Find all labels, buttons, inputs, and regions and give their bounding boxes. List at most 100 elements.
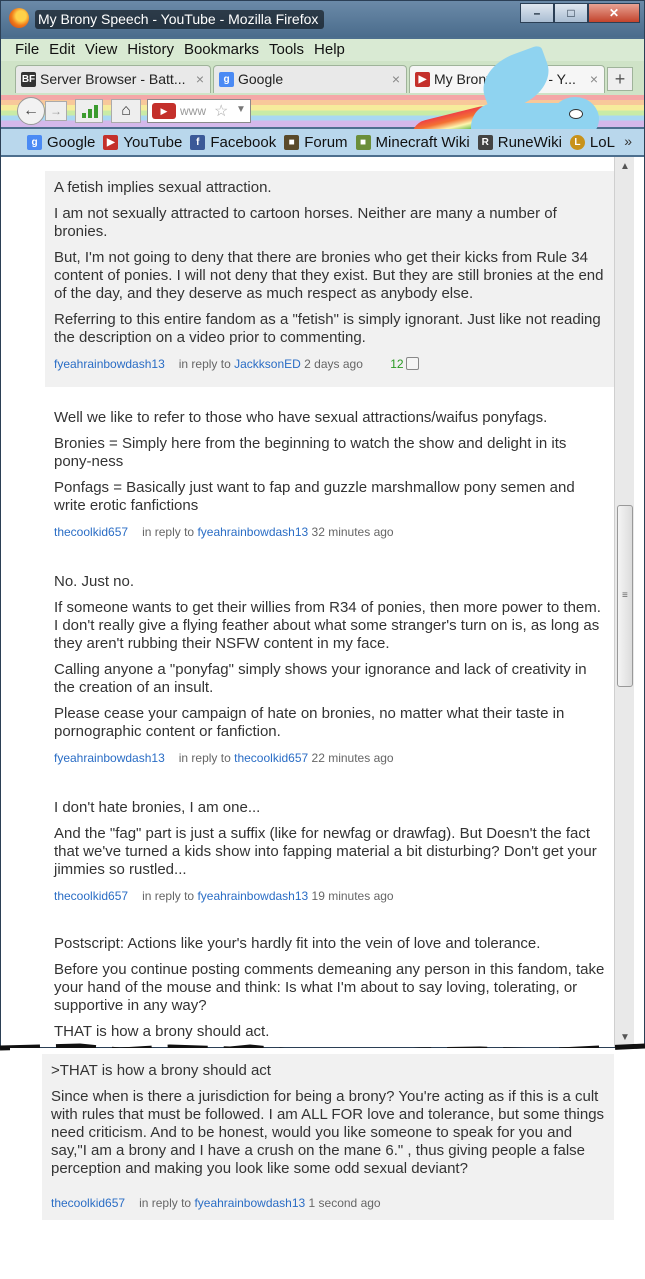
bookmarks-overflow-button[interactable]: » [624, 133, 632, 149]
comment-text: Since when is there a jurisdiction for b… [51, 1088, 605, 1177]
bf-icon: BF [21, 72, 36, 87]
reply-to-user-link[interactable]: fyeahrainbowdash13 [197, 889, 308, 903]
comment-text: Postscript: Actions like your's hardly f… [54, 935, 541, 952]
comment-time: 2 days ago [304, 357, 363, 371]
thumbs-up-icon[interactable] [405, 357, 419, 370]
comment-meta: fyeahrainbowdash13 in reply to thecoolkid… [54, 749, 606, 767]
comment-quote: >THAT is how a brony should act [51, 1062, 271, 1079]
reply-to-user-link[interactable]: fyeahrainbowdash13 [194, 1196, 305, 1210]
bookmarks-toolbar: g Google ▶ YouTube f Facebook ■ Forum ■ Minec… [1, 129, 644, 155]
navigation-bar: ← → ⌂ ▶ www ☆ ▼ [1, 95, 644, 127]
comment: A fetish implies sexual attraction. I am… [45, 171, 615, 387]
comment-author-link[interactable]: thecoolkid657 [54, 889, 128, 903]
bookmark-forum[interactable]: ■ Forum [284, 134, 348, 151]
comment-author-link[interactable]: fyeahrainbowdash13 [54, 357, 165, 371]
browser-window: My Brony Speech - YouTube - Mozilla Fire… [0, 0, 645, 1048]
youtube-icon: ▶ [103, 134, 119, 150]
tab-server-browser[interactable]: BF Server Browser - Batt... × [15, 65, 211, 93]
scroll-up-arrow-icon[interactable]: ▲ [615, 161, 635, 172]
bookmark-google[interactable]: g Google [27, 134, 95, 151]
comment: Well we like to refer to those who have … [45, 401, 615, 549]
google-icon: g [219, 72, 234, 87]
comment: I don't hate bronies, I am one... And th… [45, 791, 615, 913]
minimize-button[interactable]: – [520, 3, 554, 23]
comment-text: Well we like to refer to those who have … [54, 409, 548, 426]
comment-time: 19 minutes ago [311, 889, 394, 903]
reply-to-user-link[interactable]: JackksonED [234, 357, 301, 371]
back-button[interactable]: ← [17, 97, 45, 125]
bookmark-lol[interactable]: L LoL [569, 134, 615, 151]
comment-text: If someone wants to get their willies fr… [54, 599, 601, 652]
comment-meta: thecoolkid657 in reply to fyeahrainbowdas… [54, 523, 606, 541]
menu-edit[interactable]: Edit [49, 39, 75, 61]
tab-my-brony-speech[interactable]: ▶ My Brony Speech - Y... × [409, 65, 605, 93]
comment-text: And the "fag" part is just a suffix (lik… [54, 825, 597, 878]
comment-text: I don't hate bronies, I am one... [54, 799, 261, 816]
menu-history[interactable]: History [127, 39, 174, 61]
reply-label: in reply to [142, 525, 195, 539]
bookmark-facebook[interactable]: f Facebook [190, 134, 276, 151]
signal-icon[interactable] [75, 99, 103, 123]
comment-author-link[interactable]: fyeahrainbowdash13 [54, 751, 165, 765]
menu-tools[interactable]: Tools [269, 39, 304, 61]
vertical-scrollbar[interactable]: ▲ ≡ ▼ [614, 157, 635, 1047]
comment-text: But, I'm not going to deny that there ar… [54, 249, 604, 302]
comment-author-link[interactable]: thecoolkid657 [51, 1196, 125, 1210]
tab-label: Google [238, 71, 284, 87]
like-count: 12 [390, 357, 404, 371]
runewiki-icon: R [477, 134, 493, 150]
reply-to-user-link[interactable]: thecoolkid657 [234, 751, 308, 765]
menu-view[interactable]: View [85, 39, 117, 61]
bookmark-runewiki[interactable]: R RuneWiki [477, 134, 562, 151]
comment: >THAT is how a brony should act Since wh… [42, 1054, 614, 1220]
comment-author-link[interactable]: thecoolkid657 [54, 525, 128, 539]
bookmark-minecraft-wiki[interactable]: ■ Minecraft Wiki [355, 134, 470, 151]
pasted-comment-panel: >THAT is how a brony should act Since wh… [10, 1048, 614, 1256]
comment-text: Calling anyone a "ponyfag" simply shows … [54, 661, 587, 696]
menu-bookmarks[interactable]: Bookmarks [184, 39, 259, 61]
bookmark-star-icon[interactable]: ☆ [214, 101, 228, 121]
youtube-icon: ▶ [415, 72, 430, 87]
tab-close-icon[interactable]: × [590, 66, 598, 92]
comment-time: 1 second ago [308, 1196, 381, 1210]
comment-text: Ponfags = Basically just want to fap and… [54, 479, 575, 514]
window-title: My Brony Speech - YouTube - Mozilla Fire… [35, 10, 325, 29]
tab-google[interactable]: g Google × [213, 65, 407, 93]
new-tab-button[interactable]: + [607, 67, 633, 91]
home-button[interactable]: ⌂ [111, 99, 141, 123]
lol-icon: L [569, 134, 585, 150]
comment-meta: thecoolkid657 in reply to fyeahrainbowdas… [51, 1194, 605, 1212]
comment-text: THAT is how a brony should act. [54, 1023, 270, 1040]
url-bar[interactable]: ▶ www ☆ ▼ [147, 99, 251, 123]
comment-time: 32 minutes ago [311, 525, 394, 539]
tab-label: Server Browser - Batt... [40, 71, 186, 87]
tab-close-icon[interactable]: × [196, 66, 204, 92]
scrollbar-thumb[interactable]: ≡ [617, 505, 633, 687]
comment-text: Referring to this entire fandom as a "fe… [54, 311, 601, 346]
minecraft-icon: ■ [355, 134, 371, 150]
reply-label: in reply to [142, 889, 195, 903]
maximize-button[interactable]: □ [554, 3, 588, 23]
comment-text: A fetish implies sexual attraction. [54, 179, 272, 196]
menu-help[interactable]: Help [314, 39, 345, 61]
forward-button[interactable]: → [45, 101, 67, 121]
comment-text: Please cease your campaign of hate on br… [54, 705, 565, 740]
close-window-button[interactable]: ✕ [588, 3, 640, 23]
grip-icon: ≡ [622, 590, 628, 601]
youtube-site-icon: ▶ [152, 103, 176, 119]
menu-file[interactable]: File [15, 39, 39, 61]
firefox-logo-icon [9, 8, 29, 28]
comment-text: I am not sexually attracted to cartoon h… [54, 205, 557, 240]
reply-to-user-link[interactable]: fyeahrainbowdash13 [197, 525, 308, 539]
bookmark-youtube[interactable]: ▶ YouTube [103, 134, 182, 151]
tab-label: My Brony Speech - Y... [434, 71, 576, 87]
google-icon: g [27, 134, 42, 150]
comment: No. Just no. If someone wants to get the… [45, 565, 615, 777]
tab-close-icon[interactable]: × [392, 66, 400, 92]
url-dropdown-icon[interactable]: ▼ [236, 104, 246, 115]
forum-icon: ■ [284, 134, 300, 150]
comment-draft: Postscript: Actions like your's hardly f… [45, 927, 615, 1047]
comment-meta: fyeahrainbowdash13 in reply to JackksonED… [54, 355, 606, 373]
comment-meta: thecoolkid657 in reply to fyeahrainbowdas… [54, 887, 606, 905]
comment-time: 22 minutes ago [311, 751, 394, 765]
